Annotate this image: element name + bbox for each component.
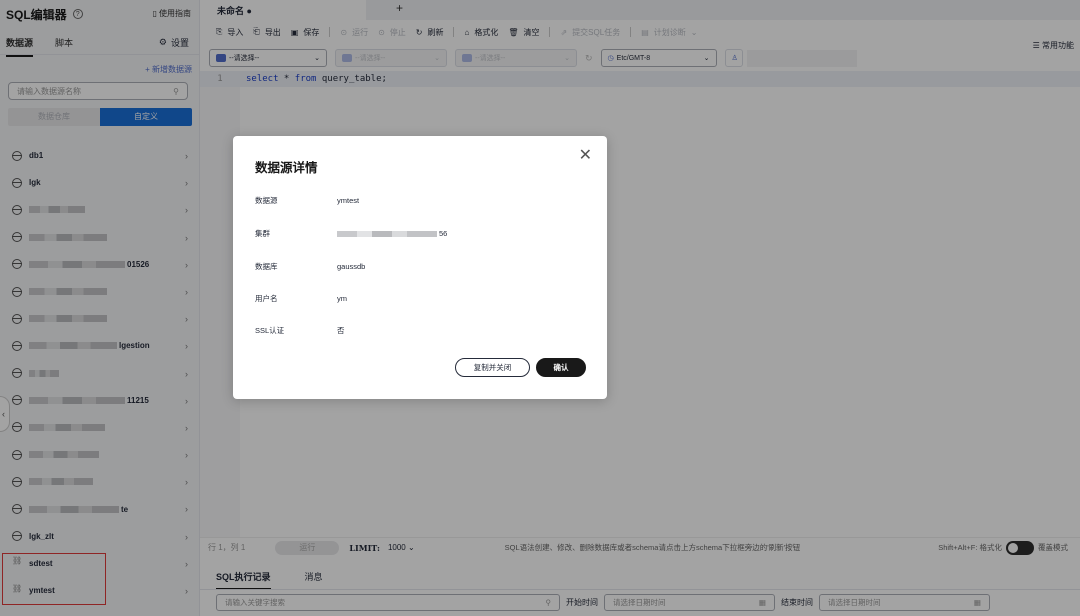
detail-value: gaussdb — [337, 262, 366, 271]
detail-row: 集群 56 — [255, 228, 447, 239]
detail-label: 集群 — [255, 229, 270, 238]
cluster-suffix: 56 — [439, 229, 448, 238]
datasource-detail-dialog: 数据源详情 ✕ 数据源 ymtest 集群 56 数据库 gaussdb 用户名… — [233, 136, 607, 399]
detail-label: 用户名 — [255, 294, 278, 303]
close-icon[interactable]: ✕ — [579, 145, 592, 165]
detail-value: 56 — [337, 228, 447, 239]
detail-value: ym — [337, 294, 347, 303]
detail-label: SSL认证 — [255, 326, 285, 335]
detail-value: ymtest — [337, 196, 360, 205]
detail-row: 数据源 ymtest — [255, 195, 359, 206]
dialog-title: 数据源详情 — [255, 161, 318, 175]
detail-value: 否 — [337, 326, 345, 335]
detail-row: 数据库 gaussdb — [255, 261, 365, 272]
copy-close-button[interactable]: 复制并关闭 — [455, 358, 530, 377]
detail-label: 数据源 — [255, 196, 278, 205]
detail-row: SSL认证 否 — [255, 325, 345, 336]
confirm-button[interactable]: 确认 — [536, 358, 586, 377]
detail-row: 用户名 ym — [255, 293, 347, 304]
redacted-text — [337, 230, 437, 237]
detail-label: 数据库 — [255, 262, 278, 271]
